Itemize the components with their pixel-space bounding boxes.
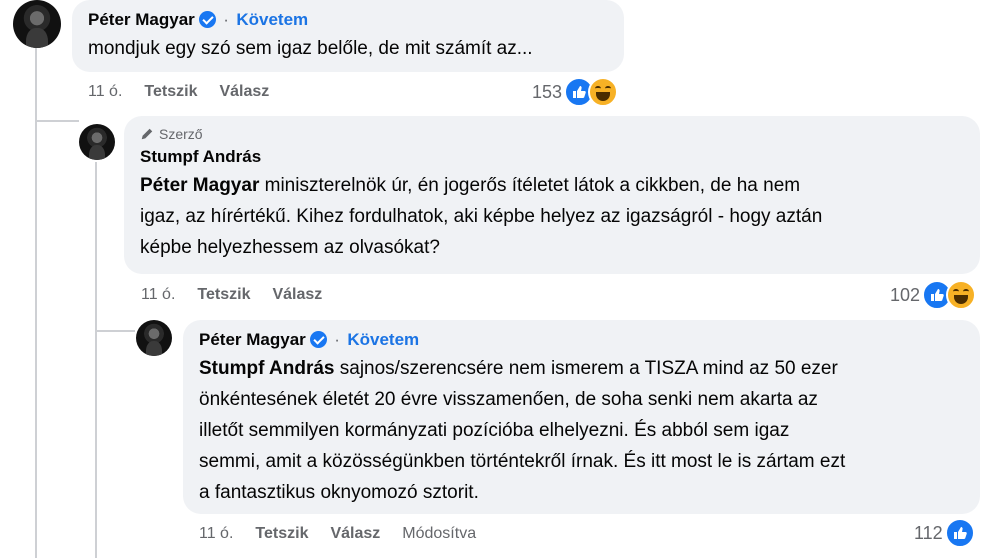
comment-text-line: illetőt semmilyen kormányzati pozícióba … xyxy=(199,420,790,441)
comment-text: Stumpf András sajnos/szerencsére nem ism… xyxy=(199,353,964,508)
avatar[interactable] xyxy=(136,320,172,356)
verified-icon xyxy=(309,331,327,348)
comment-text-line: igaz, az hírértékű. Kihez fordulhatok, a… xyxy=(140,206,823,227)
haha-icon xyxy=(946,280,977,310)
comment-time[interactable]: 11 ó. xyxy=(141,286,175,304)
comment-author[interactable]: Péter Magyar xyxy=(88,8,195,32)
comment-bubble: Péter Magyar · Követem mondjuk egy szó s… xyxy=(72,0,624,72)
like-button[interactable]: Tetszik xyxy=(255,525,308,543)
separator-dot: · xyxy=(334,330,340,349)
comment-text-line: önkéntesének életét 20 évre visszamenően… xyxy=(199,389,818,410)
avatar[interactable] xyxy=(79,124,115,160)
like-icon xyxy=(944,518,975,548)
reply-button[interactable]: Válasz xyxy=(219,83,269,101)
reaction-summary[interactable]: 153 xyxy=(532,77,619,107)
thread-line-sub xyxy=(95,162,97,558)
like-button[interactable]: Tetszik xyxy=(197,286,250,304)
comment-actions: 11 ó. Tetszik Válasz Módosítva xyxy=(199,522,498,546)
comment-author[interactable]: Stumpf András xyxy=(140,145,261,169)
comment-text-line: képbe helyezhessem az olvasókat? xyxy=(140,237,440,258)
follow-button[interactable]: Követem xyxy=(236,10,308,29)
comment-text: mondjuk egy szó sem igaz belőle, de mit … xyxy=(88,38,533,59)
comment-actions: 11 ó. Tetszik Válasz xyxy=(141,283,344,307)
avatar[interactable] xyxy=(13,0,61,48)
comment-text-line: a fantasztikus oknyomozó sztorit. xyxy=(199,482,479,503)
comment-bubble: Péter Magyar · Követem Stumpf András saj… xyxy=(183,320,980,514)
thread-line-branch-1 xyxy=(35,120,79,122)
comment-author[interactable]: Péter Magyar xyxy=(199,328,306,352)
edited-label[interactable]: Módosítva xyxy=(402,525,476,543)
thread-line-main xyxy=(35,48,37,558)
comment-text-line: miniszterelnök úr, én jogerős ítéletet l… xyxy=(259,175,801,196)
comment-text-line: sajnos/szerencsére nem ismerem a TISZA m… xyxy=(334,358,838,379)
reaction-summary[interactable]: 112 xyxy=(914,518,975,548)
reaction-count: 102 xyxy=(890,284,921,305)
author-badge-label: Szerző xyxy=(159,126,203,142)
mention-link[interactable]: Stumpf András xyxy=(199,358,334,379)
comment-bubble: Szerző Stumpf András Péter Magyar minisz… xyxy=(124,116,980,274)
separator-dot: · xyxy=(223,10,229,29)
reaction-summary[interactable]: 102 xyxy=(890,280,977,310)
reaction-count: 112 xyxy=(914,522,943,543)
comment-text: Péter Magyar miniszterelnök úr, én joger… xyxy=(140,170,964,263)
comment-time[interactable]: 11 ó. xyxy=(88,83,122,101)
comment-actions: 11 ó. Tetszik Válasz xyxy=(88,80,291,104)
comment-time[interactable]: 11 ó. xyxy=(199,525,233,543)
pencil-icon xyxy=(141,128,153,140)
mention-link[interactable]: Péter Magyar xyxy=(140,175,259,196)
verified-icon xyxy=(198,11,216,28)
follow-button[interactable]: Követem xyxy=(347,330,419,349)
like-button[interactable]: Tetszik xyxy=(144,83,197,101)
reply-button[interactable]: Válasz xyxy=(272,286,322,304)
comment-text-line: semmi, amit a közösségünkben történtekrő… xyxy=(199,451,846,472)
haha-icon xyxy=(588,77,619,107)
thread-line-branch-2 xyxy=(95,330,135,332)
author-badge: Szerző xyxy=(140,126,964,142)
reaction-count: 153 xyxy=(532,81,563,102)
reply-button[interactable]: Válasz xyxy=(330,525,380,543)
